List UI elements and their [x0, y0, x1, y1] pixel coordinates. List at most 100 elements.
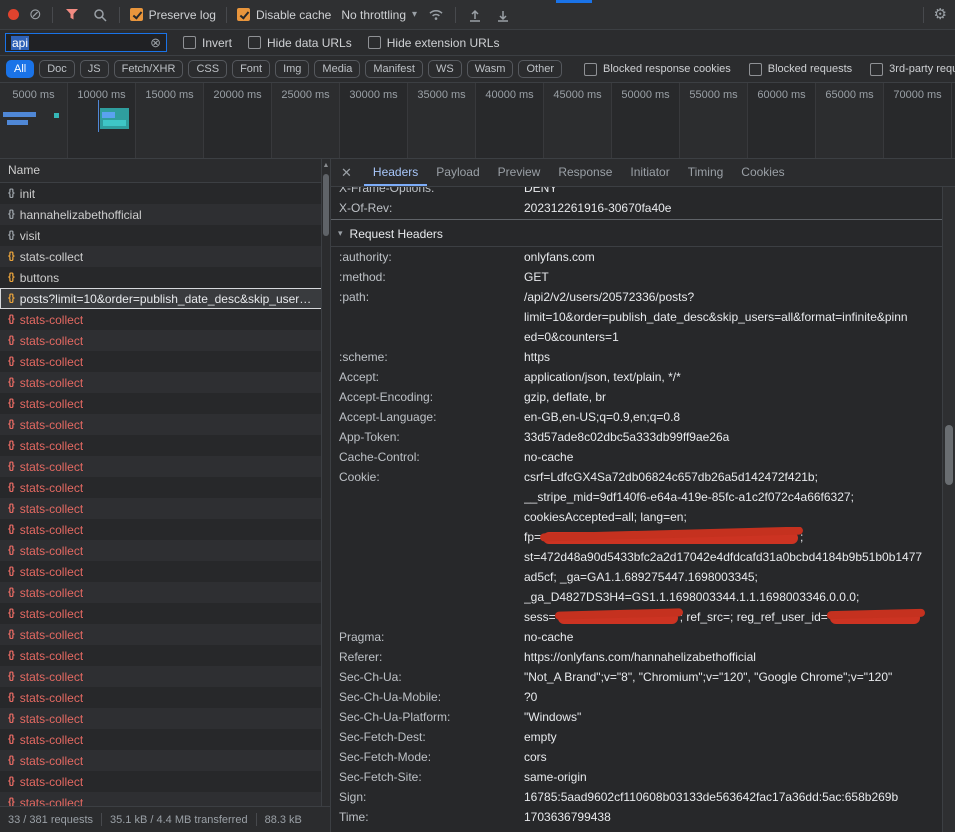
request-row[interactable]: {}stats-collect	[0, 771, 330, 792]
tab-timing[interactable]: Timing	[679, 159, 733, 186]
request-row[interactable]: {}stats-collect	[0, 246, 330, 267]
timeline-column[interactable]: 35000 ms	[408, 83, 476, 158]
request-row[interactable]: {}stats-collect	[0, 582, 330, 603]
hide-extension-urls-checkbox[interactable]: Hide extension URLs	[368, 36, 500, 50]
transferred-size: 35.1 kB / 4.4 MB transferred	[110, 814, 248, 826]
network-conditions-icon[interactable]	[427, 6, 445, 24]
scrollbar-thumb[interactable]	[945, 425, 953, 485]
request-row[interactable]: {}init	[0, 183, 330, 204]
filter-type-doc[interactable]: Doc	[39, 60, 75, 78]
request-row[interactable]: {}stats-collect	[0, 666, 330, 687]
filter-type-fetch-xhr[interactable]: Fetch/XHR	[114, 60, 184, 78]
filter-type-js[interactable]: JS	[80, 60, 109, 78]
filter-type-wasm[interactable]: Wasm	[467, 60, 514, 78]
json-braces-icon: {}	[8, 734, 14, 745]
json-braces-icon: {}	[8, 209, 14, 220]
scroll-up-icon[interactable]: ▲	[323, 159, 330, 169]
filter-type-other[interactable]: Other	[518, 60, 562, 78]
request-row[interactable]: {}stats-collect	[0, 456, 330, 477]
json-braces-icon: {}	[8, 503, 14, 514]
scrollbar-thumb[interactable]	[323, 174, 329, 236]
request-name: stats-collect	[20, 796, 83, 807]
clear-network-log-icon[interactable]: ⊘	[29, 7, 42, 22]
request-row[interactable]: {}stats-collect	[0, 624, 330, 645]
request-row[interactable]: {}stats-collect	[0, 372, 330, 393]
request-row[interactable]: {}hannahelizabethofficial	[0, 204, 330, 225]
record-button[interactable]	[8, 9, 19, 20]
request-row[interactable]: {}stats-collect	[0, 603, 330, 624]
request-row[interactable]: {}visit	[0, 225, 330, 246]
request-row[interactable]: {}stats-collect	[0, 435, 330, 456]
timeline-column[interactable]: 45000 ms	[544, 83, 612, 158]
tab-initiator[interactable]: Initiator	[621, 159, 678, 186]
invert-checkbox[interactable]: Invert	[183, 36, 232, 50]
timeline-tick-label: 40000 ms	[485, 89, 533, 101]
filter-type-all[interactable]: All	[6, 60, 34, 78]
tab-payload[interactable]: Payload	[427, 159, 488, 186]
request-row[interactable]: {}stats-collect	[0, 414, 330, 435]
filter-type-media[interactable]: Media	[314, 60, 360, 78]
request-row[interactable]: {}stats-collect	[0, 561, 330, 582]
request-row[interactable]: {}stats-collect	[0, 393, 330, 414]
details-scrollbar[interactable]	[942, 187, 955, 832]
preserve-log-checkbox[interactable]: Preserve log	[130, 8, 216, 22]
network-filter-input[interactable]: api ⊗	[5, 33, 167, 52]
request-row[interactable]: {}stats-collect	[0, 519, 330, 540]
disable-cache-checkbox[interactable]: Disable cache	[237, 8, 331, 22]
throttling-select[interactable]: No throttling ▾	[341, 8, 417, 22]
export-har-icon[interactable]	[494, 6, 512, 24]
request-row[interactable]: {}stats-collect	[0, 729, 330, 750]
timeline-activity-bar	[7, 120, 28, 125]
filter-funnel-icon[interactable]	[63, 6, 81, 24]
checkbox-3rd-party-requests[interactable]: 3rd-party requests	[870, 63, 955, 76]
tab-headers[interactable]: Headers	[364, 159, 427, 186]
checkbox-blocked-requests[interactable]: Blocked requests	[749, 63, 852, 76]
request-row[interactable]: {}stats-collect	[0, 645, 330, 666]
timeline-column[interactable]: 70000 ms	[884, 83, 952, 158]
request-row[interactable]: {}stats-collect	[0, 330, 330, 351]
timeline-column[interactable]: 25000 ms	[272, 83, 340, 158]
request-row[interactable]: {}stats-collect	[0, 309, 330, 330]
filter-type-ws[interactable]: WS	[428, 60, 462, 78]
timeline-column[interactable]: 40000 ms	[476, 83, 544, 158]
filter-type-manifest[interactable]: Manifest	[365, 60, 423, 78]
request-headers-section-header[interactable]: ▾ Request Headers	[331, 221, 942, 247]
header-value-text: _ga_D4827DS3H4=GS1.1.1698003344.1.1.1698…	[524, 590, 859, 604]
request-row[interactable]: {}stats-collect	[0, 477, 330, 498]
tab-preview[interactable]: Preview	[489, 159, 550, 186]
request-row[interactable]: {}stats-collect	[0, 540, 330, 561]
clear-filter-icon[interactable]: ⊗	[150, 36, 161, 49]
timeline-column[interactable]: 60000 ms	[748, 83, 816, 158]
request-row[interactable]: {}stats-collect	[0, 750, 330, 771]
timeline-overview[interactable]: 5000 ms10000 ms15000 ms20000 ms25000 ms3…	[0, 83, 955, 159]
request-row[interactable]: {}stats-collect	[0, 708, 330, 729]
timeline-tick-label: 65000 ms	[825, 89, 873, 101]
timeline-column[interactable]: 30000 ms	[340, 83, 408, 158]
request-row[interactable]: {}stats-collect	[0, 351, 330, 372]
header-row: Cache-Control:no-cache	[331, 447, 942, 467]
tab-cookies[interactable]: Cookies	[732, 159, 793, 186]
timeline-column[interactable]: 65000 ms	[816, 83, 884, 158]
tab-response[interactable]: Response	[549, 159, 621, 186]
close-details-icon[interactable]: ✕	[341, 165, 352, 181]
request-row[interactable]: {}stats-collect	[0, 792, 330, 806]
checkbox-blocked-response-cookies[interactable]: Blocked response cookies	[584, 63, 731, 76]
filter-type-css[interactable]: CSS	[188, 60, 227, 78]
request-row[interactable]: {}stats-collect	[0, 687, 330, 708]
timeline-column[interactable]: 15000 ms	[136, 83, 204, 158]
timeline-column[interactable]: 55000 ms	[680, 83, 748, 158]
name-column-header[interactable]: Name	[0, 159, 330, 183]
search-icon[interactable]	[91, 6, 109, 24]
request-list-scrollbar[interactable]: ▲	[321, 159, 330, 806]
timeline-column[interactable]: 20000 ms	[204, 83, 272, 158]
timeline-column[interactable]: 50000 ms	[612, 83, 680, 158]
hide-data-urls-checkbox[interactable]: Hide data URLs	[248, 36, 352, 50]
settings-gear-icon[interactable]: ⚙	[934, 7, 947, 22]
request-row[interactable]: {}buttons	[0, 267, 330, 288]
request-row[interactable]: {}posts?limit=10&order=publish_date_desc…	[0, 288, 330, 309]
request-row[interactable]: {}stats-collect	[0, 498, 330, 519]
filter-type-img[interactable]: Img	[275, 60, 309, 78]
header-row: Referer:https://onlyfans.com/hannaheliza…	[331, 647, 942, 667]
filter-type-font[interactable]: Font	[232, 60, 270, 78]
import-har-icon[interactable]	[466, 6, 484, 24]
